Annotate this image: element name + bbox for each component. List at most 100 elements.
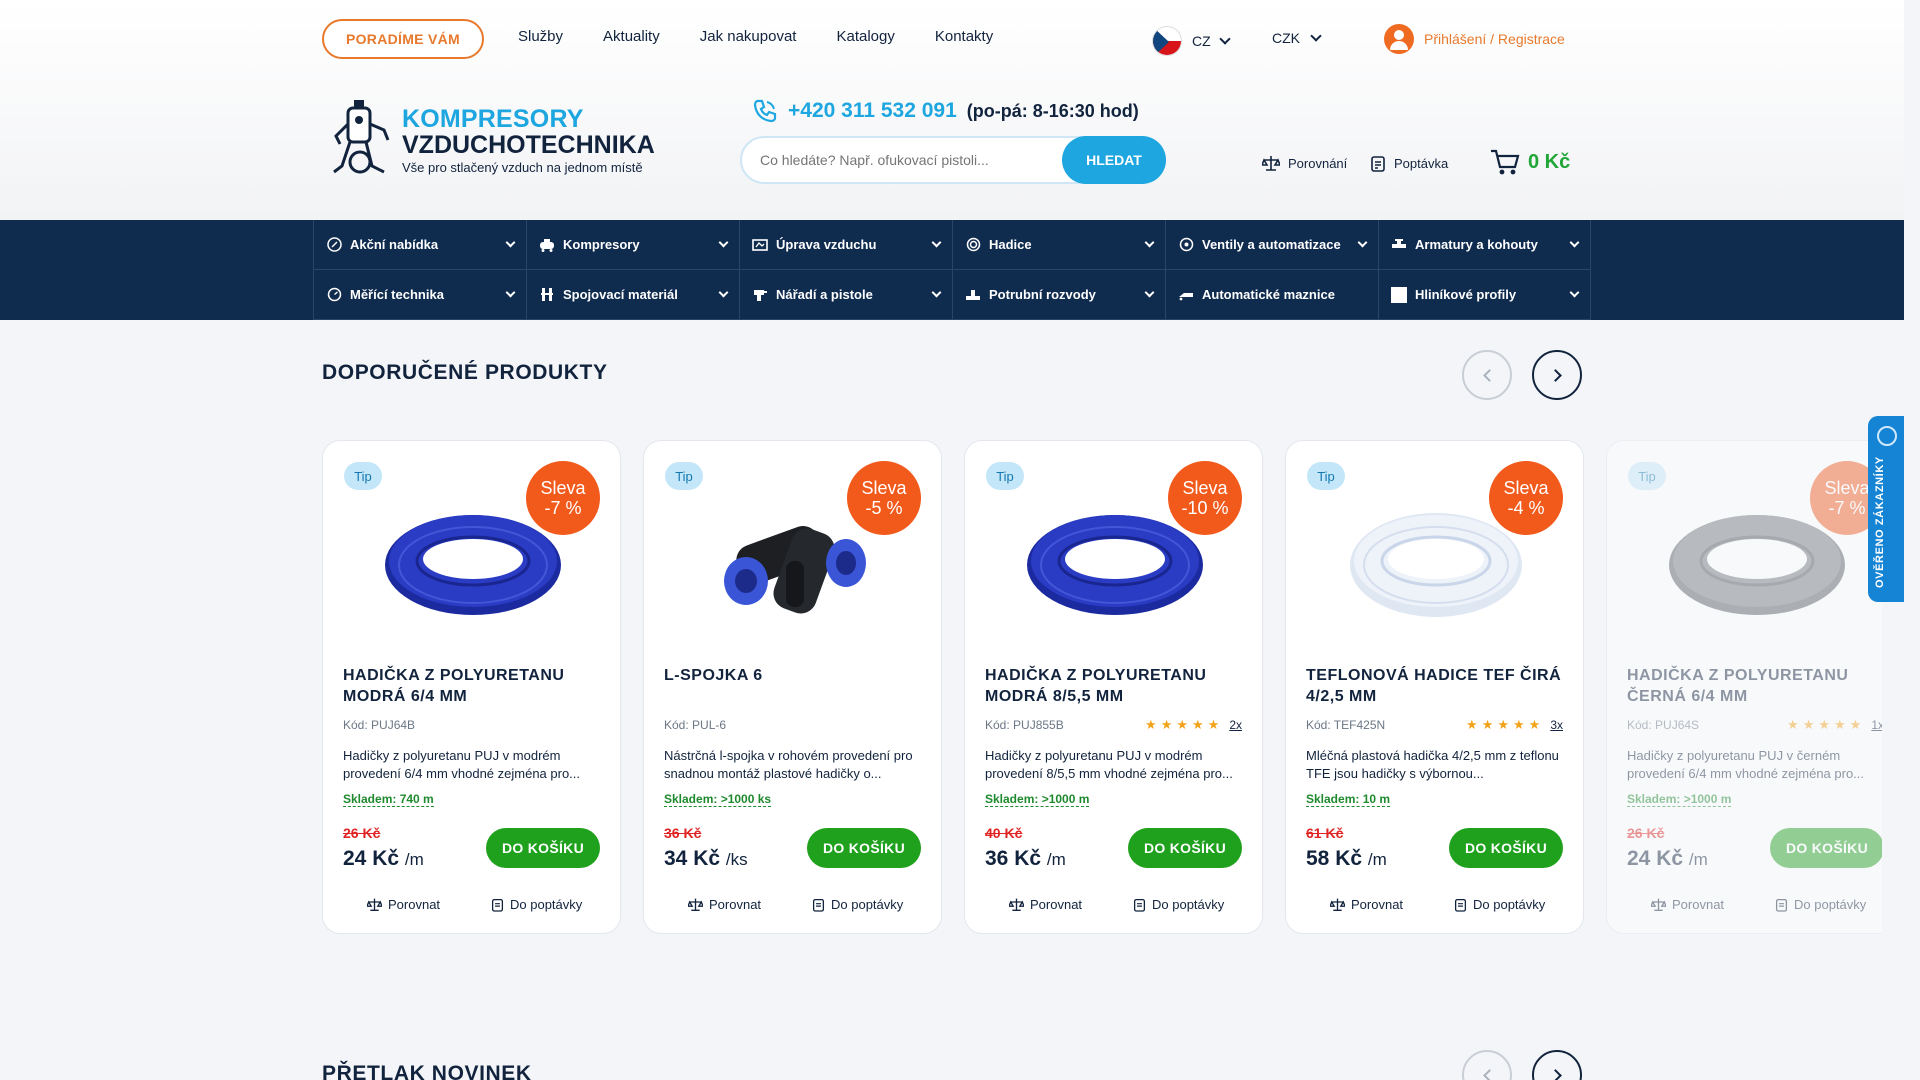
scale-icon — [1262, 156, 1280, 171]
inquiry-label: Do poptávky — [510, 897, 583, 912]
add-to-cart-button[interactable]: DO KOŠÍKU — [486, 828, 600, 868]
product-image[interactable] — [1657, 499, 1857, 627]
chevron-down-icon — [1569, 237, 1580, 248]
tool-icon — [752, 287, 768, 303]
verified-by-customers-badge[interactable]: OVĚŘENO ZÁKAZNÍKY — [1868, 416, 1904, 602]
add-to-cart-button[interactable]: DO KOŠÍKU — [1770, 828, 1882, 868]
rating-count[interactable]: 1x — [1871, 718, 1882, 732]
product-image[interactable] — [1015, 499, 1215, 627]
chevron-down-icon — [1310, 30, 1322, 42]
compare-link[interactable]: Porovnání — [1262, 154, 1347, 172]
add-to-inquiry-link[interactable]: Do poptávky — [812, 897, 903, 912]
search-input[interactable] — [760, 148, 1060, 172]
tip-badge: Tip — [1628, 462, 1666, 490]
product-description: Hadičky z polyuretanu PUJ v modrém prove… — [343, 748, 581, 781]
add-to-inquiry-link[interactable]: Do poptávky — [491, 897, 582, 912]
category-merici-technika[interactable]: Měřící technika — [313, 270, 526, 320]
site-logo[interactable]: KOMPRESORY VZDUCHOTECHNIKA Vše pro stlač… — [330, 96, 670, 180]
category-potrubni-rozvody[interactable]: Potrubní rozvody — [952, 270, 1165, 320]
product-name[interactable]: L-SPOJKA 6 — [664, 665, 928, 686]
add-to-inquiry-link[interactable]: Do poptávky — [1133, 897, 1224, 912]
compare-product-link[interactable]: Porovnat — [367, 897, 440, 912]
category-spojovaci-material[interactable]: Spojovací materiál — [526, 270, 739, 320]
stock-status[interactable]: Skladem: >1000 m — [1627, 792, 1732, 807]
phone-icon — [753, 99, 777, 123]
category-armatury[interactable]: Armatury a kohouty — [1378, 220, 1591, 270]
category-hlinikove-profily[interactable]: Hliníkové profily — [1378, 270, 1591, 320]
compare-product-link[interactable]: Porovnat — [1330, 897, 1403, 912]
rating-stars: ★ ★ ★ ★ ★ 2x — [1145, 717, 1242, 733]
product-code: Kód: PUJ64B — [343, 718, 416, 732]
sale-label: Sleva — [861, 478, 907, 498]
product-card[interactable]: Tip Sleva -10 % HADIČKA Z POLYURETANU MODRÁ… — [964, 440, 1263, 934]
news-next-button[interactable] — [1532, 1050, 1582, 1080]
product-name[interactable]: HADIČKA Z POLYURETANU MODRÁ 6/4 MM — [343, 665, 607, 707]
category-nav: Akční nabídka Kompresory Úprava vzduchu … — [0, 220, 1904, 320]
inquiry-link[interactable]: Poptávka — [1370, 154, 1448, 172]
news-prev-button[interactable] — [1462, 1050, 1512, 1080]
product-card[interactable]: Tip Sleva -4 % TEFLONOVÁ HADICE TEF ČIRÁ 4/… — [1285, 440, 1584, 934]
nav-item-catalogs[interactable]: Katalogy — [836, 28, 894, 45]
inquiry-label: Do poptávky — [831, 897, 904, 912]
product-image[interactable] — [373, 499, 573, 627]
add-to-inquiry-link[interactable]: Do poptávky — [1454, 897, 1545, 912]
stock-status[interactable]: Skladem: 10 m — [1306, 792, 1391, 807]
category-naradi[interactable]: Nářadí a pistole — [739, 270, 952, 320]
language-selector[interactable]: CZ — [1152, 26, 1231, 56]
stock-status[interactable]: Skladem: >1000 m — [985, 792, 1090, 807]
product-name[interactable]: HADIČKA Z POLYURETANU MODRÁ 8/5,5 MM — [985, 665, 1249, 707]
stock-status[interactable]: Skladem: 740 m — [343, 792, 434, 807]
nav-item-news[interactable]: Aktuality — [603, 28, 660, 45]
product-card[interactable]: Tip Sleva -7 % HADIČKA Z POLYURETANU MODRÁ … — [322, 440, 621, 934]
add-to-inquiry-link[interactable]: Do poptávky — [1775, 897, 1866, 912]
nav-item-how-to-buy[interactable]: Jak nakupovat — [700, 28, 797, 45]
star-icon: ★ — [1160, 717, 1173, 732]
profile-icon — [1391, 286, 1407, 303]
category-hadice[interactable]: Hadice — [952, 220, 1165, 270]
product-card[interactable]: Tip Sleva -5 % L-SPOJKA 6 Kód: PUL-6 Nástrčná… — [643, 440, 942, 934]
scale-icon — [1330, 898, 1345, 911]
nav-item-services[interactable]: Služby — [518, 28, 563, 45]
login-link[interactable]: Přihlášení / Registrace — [1384, 24, 1565, 54]
sale-label: Sleva — [1182, 478, 1228, 498]
compare-label: Porovnat — [709, 897, 762, 912]
compare-product-link[interactable]: Porovnat — [1009, 897, 1082, 912]
category-ventily[interactable]: Ventily a automatizace — [1165, 220, 1378, 270]
inquiry-label: Poptávka — [1394, 155, 1449, 171]
price-unit: /ks — [725, 850, 748, 869]
add-to-cart-button[interactable]: DO KOŠÍKU — [1449, 828, 1563, 868]
category-akcni-nabidka[interactable]: Akční nabídka — [313, 220, 526, 270]
clipboard-icon — [1775, 898, 1788, 912]
category-automaticke-maznice[interactable]: Automatické maznice — [1165, 270, 1378, 320]
header: PORADÍME VÁM Služby Aktuality Jak nakupo… — [0, 0, 1904, 220]
product-image[interactable] — [694, 499, 894, 627]
phone-contact[interactable]: +420 311 532 091 (po-pá: 8-16:30 hod) — [752, 98, 1139, 124]
search-button[interactable]: HLEDAT — [1062, 136, 1166, 184]
verified-label: OVĚŘENO ZÁKAZNÍKY — [1874, 456, 1886, 588]
stock-status[interactable]: Skladem: >1000 ks — [664, 792, 772, 807]
rating-count[interactable]: 3x — [1550, 718, 1563, 732]
compare-product-link[interactable]: Porovnat — [1651, 897, 1724, 912]
add-to-cart-button[interactable]: DO KOŠÍKU — [807, 828, 921, 868]
carousel-next-button[interactable] — [1532, 350, 1582, 400]
chevron-right-icon — [1548, 368, 1562, 382]
currency-selector[interactable]: CZK — [1272, 30, 1322, 46]
product-card[interactable]: Tip Sleva -7 % HADIČKA Z POLYURETANU ČERNÁ … — [1606, 440, 1882, 934]
tip-badge: Tip — [986, 462, 1024, 490]
product-image[interactable] — [1336, 499, 1536, 627]
product-name[interactable]: HADIČKA Z POLYURETANU ČERNÁ 6/4 MM — [1627, 665, 1882, 707]
category-uprava-vzduchu[interactable]: Úprava vzduchu — [739, 220, 952, 270]
add-to-cart-button[interactable]: DO KOŠÍKU — [1128, 828, 1242, 868]
chevron-down-icon — [931, 237, 942, 248]
cart-button[interactable]: 0 Kč — [1490, 148, 1570, 176]
category-label: Nářadí a pistole — [776, 287, 873, 302]
search-bar: HLEDAT — [740, 136, 1166, 184]
advise-button[interactable]: PORADÍME VÁM — [322, 19, 484, 59]
compare-product-link[interactable]: Porovnat — [688, 897, 761, 912]
product-name[interactable]: TEFLONOVÁ HADICE TEF ČIRÁ 4/2,5 MM — [1306, 665, 1570, 707]
rating-count[interactable]: 2x — [1229, 718, 1242, 732]
carousel-prev-button[interactable] — [1462, 350, 1512, 400]
nav-item-contacts[interactable]: Kontakty — [935, 28, 993, 45]
category-kompresory[interactable]: Kompresory — [526, 220, 739, 270]
star-icon: ★ — [1176, 717, 1188, 732]
